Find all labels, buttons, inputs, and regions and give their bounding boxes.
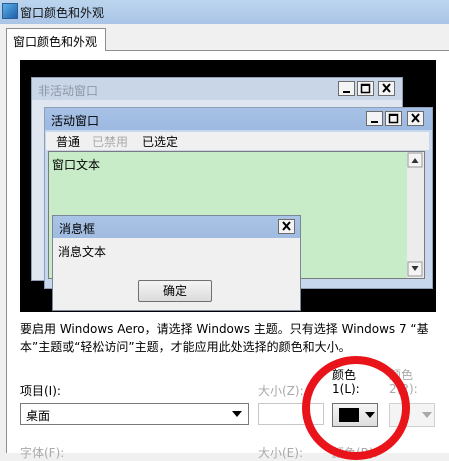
vertical-scrollbar[interactable] [407, 151, 425, 279]
chevron-down-icon [232, 411, 242, 417]
minimize-icon[interactable] [366, 111, 383, 126]
active-window-title: 活动窗口 [51, 114, 100, 128]
message-box-title: 消息框 [59, 222, 96, 236]
window-title: 窗口颜色和外观 [20, 6, 105, 20]
menu-item-disabled[interactable]: 已禁用 [92, 133, 128, 150]
size-label: 大小(Z): [258, 384, 304, 398]
close-icon[interactable] [378, 81, 395, 96]
item-dropdown[interactable]: 桌面 [20, 403, 249, 425]
font-size-label: 大小(E): [258, 446, 303, 460]
preview-menu-bar: 普通 已禁用 已选定 [46, 132, 429, 150]
close-icon[interactable] [407, 111, 424, 126]
font-label: 字体(F): [20, 446, 65, 460]
app-icon [2, 3, 18, 19]
inactive-window-title: 非活动窗口 [38, 84, 99, 98]
inactive-window-title-bar[interactable]: 非活动窗口 [32, 78, 402, 100]
item-label: 项目(I): [20, 384, 61, 398]
close-icon[interactable] [278, 219, 295, 234]
menu-item-selected[interactable]: 已选定 [142, 133, 178, 150]
ok-button[interactable]: 确定 [138, 280, 212, 302]
maximize-icon[interactable] [385, 111, 402, 126]
minimize-icon[interactable] [338, 81, 355, 96]
tab-window-color-appearance[interactable]: 窗口颜色和外观 [6, 28, 106, 51]
tab-label: 窗口颜色和外观 [13, 35, 98, 49]
annotation-circle [302, 356, 410, 460]
menu-item-normal[interactable]: 普通 [56, 133, 80, 150]
window-text-label: 窗口文本 [52, 158, 101, 172]
active-window-title-bar[interactable]: 活动窗口 [45, 108, 432, 130]
item-dropdown-value: 桌面 [26, 409, 51, 423]
maximize-icon[interactable] [357, 81, 374, 96]
message-text: 消息文本 [58, 245, 107, 259]
message-box-title-bar[interactable]: 消息框 [53, 216, 300, 238]
aero-description: 要启用 Windows Aero，请选择 Windows 主题。只有选择 Win… [20, 322, 429, 354]
chevron-down-icon [422, 412, 432, 418]
